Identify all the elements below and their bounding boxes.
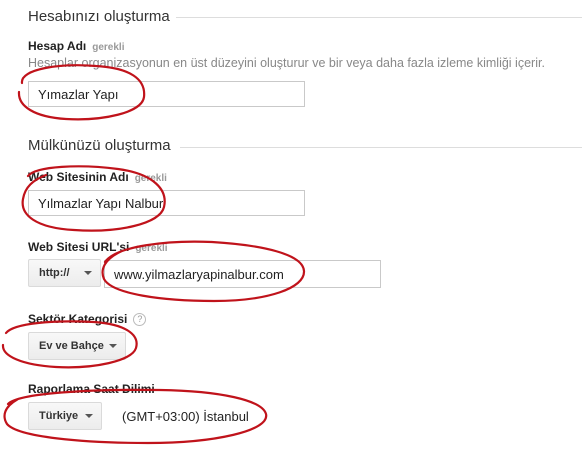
timezone-label-text: Raporlama Saat Dilimi (28, 382, 155, 396)
protocol-dropdown[interactable]: http:// (28, 259, 101, 287)
timezone-label: Raporlama Saat Dilimi (28, 382, 155, 396)
account-section-divider (176, 17, 582, 18)
account-name-input[interactable] (28, 81, 305, 107)
site-name-label-text: Web Sitesinin Adı (28, 170, 129, 184)
site-url-input[interactable] (104, 260, 381, 288)
chevron-down-icon (85, 414, 93, 418)
account-section-title-text: Hesabınızı oluşturma (28, 8, 170, 25)
country-dropdown[interactable]: Türkiye (28, 402, 102, 430)
protocol-value: http:// (39, 267, 70, 279)
site-url-label-text: Web Sitesi URL'si (28, 240, 130, 254)
country-value: Türkiye (39, 410, 79, 422)
industry-label-text: Sektör Kategorisi (28, 312, 128, 326)
site-name-input[interactable] (28, 190, 305, 216)
site-name-label: Web Sitesinin Adı gerekli (28, 170, 167, 184)
industry-label: Sektör Kategorisi? (28, 312, 147, 326)
required-badge: gerekli (92, 42, 125, 53)
site-url-label: Web Sitesi URL'si gerekli (28, 240, 168, 254)
account-name-label: Hesap Adı gerekli (28, 39, 125, 53)
chevron-down-icon (109, 344, 117, 348)
industry-dropdown[interactable]: Ev ve Bahçe (28, 332, 126, 360)
required-badge: gerekli (135, 243, 168, 254)
property-section-title: Mülkünüzü oluşturma (28, 137, 171, 154)
property-section-divider (180, 147, 582, 148)
account-name-label-text: Hesap Adı (28, 39, 87, 53)
required-badge: gerekli (134, 173, 167, 184)
account-section-title: Hesabınızı oluşturma (28, 8, 170, 25)
help-icon[interactable]: ? (133, 312, 147, 326)
account-help-text: Hesaplar organizasyonun en üst düzeyini … (28, 56, 545, 70)
chevron-down-icon (84, 271, 92, 275)
property-section-title-text: Mülkünüzü oluşturma (28, 137, 171, 154)
timezone-dropdown[interactable]: (GMT+03:00) İstanbul (122, 409, 249, 424)
industry-value: Ev ve Bahçe (39, 340, 104, 352)
